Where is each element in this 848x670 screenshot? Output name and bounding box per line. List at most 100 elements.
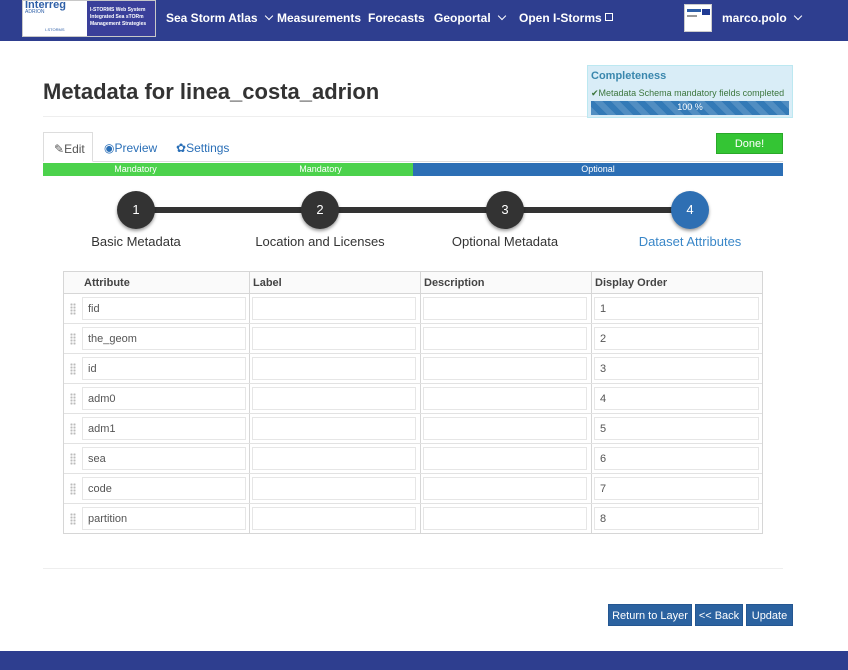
drag-handle-icon[interactable] [70,363,76,375]
drag-handle-icon[interactable] [70,483,76,495]
tab-preview[interactable]: ◉Preview [104,132,157,162]
drag-handle-icon[interactable] [70,333,76,345]
chevron-down-icon [264,11,273,21]
completeness-progress-bar: 100 % [591,101,789,115]
attribute-cell[interactable]: id [82,357,246,380]
description-input[interactable] [423,477,587,500]
tab-settings-label: Settings [186,141,230,155]
attribute-cell[interactable]: sea [82,447,246,470]
segment-optional: Optional [413,163,783,176]
tab-edit[interactable]: ✎Edit [43,132,93,162]
nav-forecasts[interactable]: Forecasts [368,11,425,25]
column-header-label[interactable]: Label [253,277,282,289]
back-button[interactable]: << Back [695,604,743,626]
display-order-input[interactable]: 8 [594,507,759,530]
step-4-label[interactable]: Dataset Attributes [630,234,750,249]
drag-handle-icon[interactable] [70,453,76,465]
label-input[interactable] [252,297,416,320]
attribute-cell[interactable]: partition [82,507,246,530]
return-to-layer-button[interactable]: Return to Layer [608,604,692,626]
wizard-progress-line [136,207,690,213]
user-name: marco.polo [722,11,787,25]
segment-mandatory-1: Mandatory [43,163,228,176]
attribute-cell[interactable]: adm0 [82,387,246,410]
label-input[interactable] [252,327,416,350]
istorms-logo-text: I-STORMS Web System Integrated Sea sTORm… [87,1,155,36]
label-input[interactable] [252,507,416,530]
chevron-down-icon [793,11,802,21]
page-title: Metadata for linea_costa_adrion [43,79,380,104]
table-row: adm1 5 [64,414,762,444]
step-1-label[interactable]: Basic Metadata [86,234,186,249]
nav-geoportal-label: Geoportal [434,11,491,25]
description-input[interactable] [423,387,587,410]
camera-icon: ◉ [104,141,115,155]
column-header-description[interactable]: Description [424,277,485,289]
drag-handle-icon[interactable] [70,303,76,315]
column-header-attribute[interactable]: Attribute [84,277,130,289]
display-order-input[interactable]: 6 [594,447,759,470]
attribute-cell[interactable]: fid [82,297,246,320]
drag-handle-icon[interactable] [70,513,76,525]
description-input[interactable] [423,327,587,350]
check-icon: ✔ [591,88,599,98]
label-input[interactable] [252,357,416,380]
label-input[interactable] [252,417,416,440]
attributes-table: Attribute Label Description Display Orde… [63,271,763,534]
user-avatar[interactable] [684,4,712,32]
display-order-input[interactable]: 1 [594,297,759,320]
step-3-circle[interactable]: 3 [486,191,524,229]
table-row: the_geom 2 [64,324,762,354]
completeness-subtitle-text: Metadata Schema mandatory fields complet… [598,88,785,98]
chevron-down-icon [497,11,506,21]
label-input[interactable] [252,447,416,470]
gear-icon: ✿ [176,141,187,155]
completeness-panel: Completeness ✔Metadata Schema mandatory … [587,65,793,118]
done-button[interactable]: Done! [716,133,783,154]
table-row: sea 6 [64,444,762,474]
update-button[interactable]: Update [746,604,793,626]
nav-sea-storm-atlas[interactable]: Sea Storm Atlas [166,11,273,25]
tab-edit-label: Edit [64,142,85,156]
external-link-icon [604,13,613,21]
segment-mandatory-2: Mandatory [228,163,413,176]
display-order-input[interactable]: 7 [594,477,759,500]
nav-open-istorms[interactable]: Open I-Storms [519,11,613,25]
description-input[interactable] [423,507,587,530]
label-input[interactable] [252,477,416,500]
attribute-cell[interactable]: the_geom [82,327,246,350]
nav-measurements-label: Measurements [277,11,362,25]
bottom-divider [43,568,783,569]
logo-text-line-3: Management Strategies [90,21,147,27]
table-row: adm0 4 [64,384,762,414]
display-order-input[interactable]: 3 [594,357,759,380]
step-3-label[interactable]: Optional Metadata [445,234,565,249]
step-1-circle[interactable]: 1 [117,191,155,229]
description-input[interactable] [423,447,587,470]
pencil-icon: ✎ [54,142,65,156]
user-menu[interactable]: marco.polo [722,11,802,25]
table-row: fid 1 [64,294,762,324]
table-row: code 7 [64,474,762,504]
drag-handle-icon[interactable] [70,393,76,405]
table-row: id 3 [64,354,762,384]
nav-measurements[interactable]: Measurements [277,11,361,25]
column-header-display-order[interactable]: Display Order [595,277,667,289]
display-order-input[interactable]: 2 [594,327,759,350]
page-footer [0,651,848,670]
description-input[interactable] [423,357,587,380]
step-4-circle[interactable]: 4 [671,191,709,229]
display-order-input[interactable]: 4 [594,387,759,410]
step-2-circle[interactable]: 2 [301,191,339,229]
attribute-cell[interactable]: code [82,477,246,500]
label-input[interactable] [252,387,416,410]
description-input[interactable] [423,417,587,440]
display-order-input[interactable]: 5 [594,417,759,440]
drag-handle-icon[interactable] [70,423,76,435]
nav-geoportal[interactable]: Geoportal [434,11,506,25]
tab-settings[interactable]: ✿Settings [176,132,229,162]
site-logo[interactable]: Interreg ADRION I-STORMS I-STORMS Web Sy… [22,0,156,37]
attribute-cell[interactable]: adm1 [82,417,246,440]
step-2-label[interactable]: Location and Licenses [250,234,390,249]
description-input[interactable] [423,297,587,320]
